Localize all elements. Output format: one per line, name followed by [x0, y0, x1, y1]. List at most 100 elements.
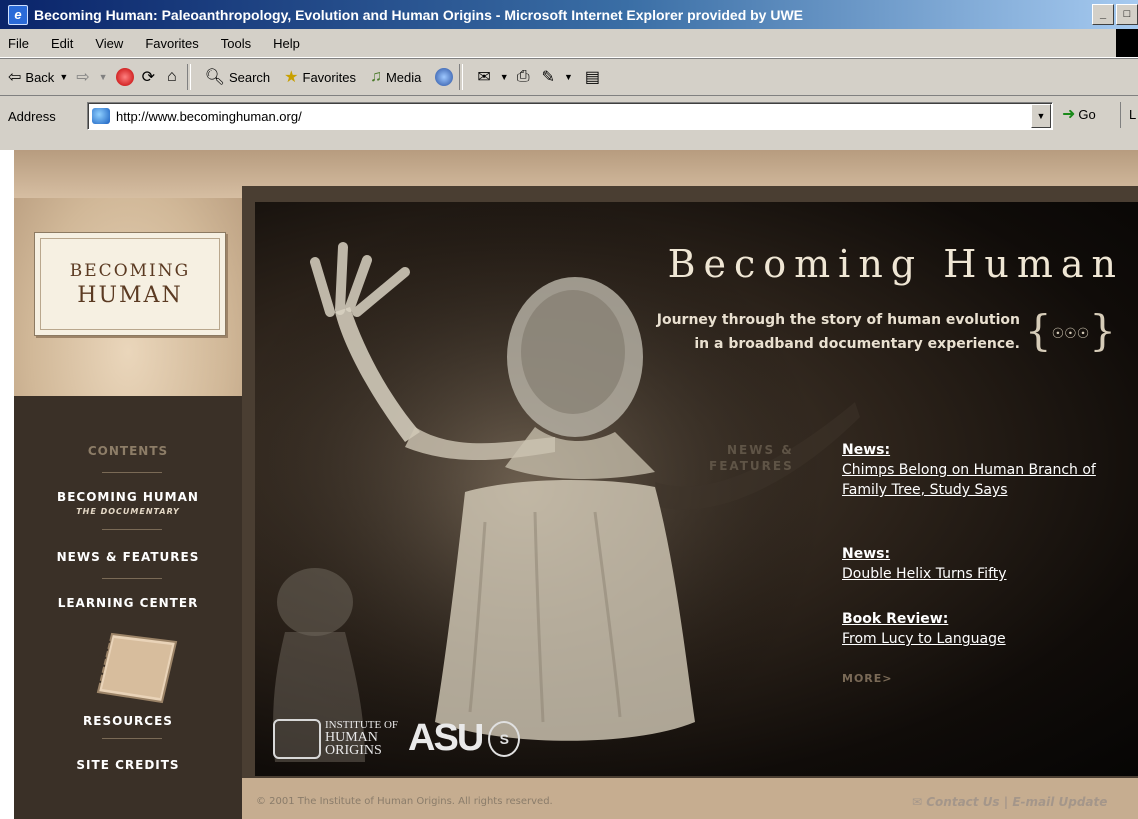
refresh-icon: ⟳	[141, 69, 155, 86]
menu-favorites[interactable]: Favorites	[134, 36, 209, 51]
address-label: Address	[8, 108, 56, 124]
asu-logo[interactable]: ASU	[408, 717, 484, 760]
chevron-down-icon[interactable]: ▼	[500, 72, 509, 82]
logo-line-2: HUMAN	[77, 282, 183, 308]
links-toolbar-edge[interactable]: L	[1120, 102, 1138, 128]
iho-logo[interactable]: INSTITUTE OF HUMAN ORIGINS	[273, 718, 398, 759]
sponsor-logos: INSTITUTE OF HUMAN ORIGINS ASU S	[273, 717, 521, 760]
news-label-line-1: NEWS &	[727, 443, 794, 457]
go-label: Go	[1078, 106, 1096, 122]
menu-view[interactable]: View	[84, 36, 134, 51]
chevron-down-icon[interactable]: ▼	[59, 72, 68, 82]
news-link[interactable]: From Lucy to Language	[842, 629, 1112, 649]
news-item: Book Review: From Lucy to Language	[842, 609, 1112, 649]
contact-links[interactable]: ✉ Contact Us | E-mail Update	[912, 795, 1107, 809]
chevron-down-icon[interactable]: ▼	[99, 72, 108, 82]
tagline-line-1: Journey through the story of human evolu…	[656, 312, 1020, 328]
windows-logo-icon	[1116, 29, 1138, 57]
menu-bar: File Edit View Favorites Tools Help	[0, 29, 1138, 58]
maximize-button[interactable]: □	[1116, 4, 1138, 25]
back-label: Back	[25, 69, 55, 85]
toolbar-separator	[459, 64, 464, 90]
media-button[interactable]: ♫ Media	[370, 68, 421, 86]
ie-icon: e	[8, 4, 28, 25]
nav-item-news-features[interactable]: NEWS & FEATURES	[14, 550, 242, 564]
nav-heading: CONTENTS	[87, 444, 169, 458]
more-link[interactable]: MORE>	[842, 672, 893, 685]
url-input[interactable]	[116, 108, 1031, 124]
page-footer: © 2001 The Institute of Human Origins. A…	[242, 790, 1138, 818]
iho-mark-icon	[273, 718, 321, 759]
stop-icon	[115, 68, 134, 86]
chevron-down-icon[interactable]: ▼	[564, 72, 573, 82]
seal-logo[interactable]: S	[488, 720, 521, 757]
toolbar-separator	[186, 64, 191, 90]
tagline-line-2: in a broadband documentary experience.	[694, 336, 1020, 352]
menu-tools[interactable]: Tools	[210, 36, 262, 51]
window-controls: _ □	[1092, 4, 1138, 25]
nav-item-resources[interactable]: RESOURCES	[14, 714, 242, 728]
news-category[interactable]: Book Review:	[842, 609, 1112, 629]
iho-line-3: ORIGINS	[325, 743, 382, 758]
notebook-icon[interactable]	[90, 628, 182, 706]
title-bar: e Becoming Human: Paleoanthropology, Evo…	[0, 0, 1138, 29]
edit-icon: ✎	[541, 69, 555, 86]
discuss-icon: ▤	[584, 69, 600, 86]
window-title: Becoming Human: Paleoanthropology, Evolu…	[34, 6, 804, 23]
minimize-button[interactable]: _	[1092, 4, 1114, 25]
nav-item-learning-center[interactable]: LEARNING CENTER	[14, 596, 242, 610]
news-link[interactable]: Chimps Belong on Human Branch of Family …	[842, 460, 1112, 500]
menu-file[interactable]: File	[0, 36, 40, 51]
favorites-button[interactable]: ★ Favorites	[284, 67, 356, 87]
edit-button[interactable]: ✎ ▼	[542, 67, 573, 87]
hero-banner: Becoming Human Journey through the story…	[255, 202, 1138, 776]
nav-divider	[102, 578, 162, 579]
news-category[interactable]: News:	[842, 440, 1112, 460]
nav-item-documentary[interactable]: BECOMING HUMAN	[14, 490, 242, 504]
toolbar: ⇦ Back ▼ ⇨ ▼ ⟳ ⌂ 🔍︎ Search ★ Favorites ♫…	[0, 58, 1138, 96]
web-page: BECOMING HUMAN CONTENTS BECOMING HUMAN T…	[0, 150, 1138, 819]
search-button[interactable]: 🔍︎ Search	[205, 67, 271, 87]
go-arrow-icon: ➜	[1062, 106, 1076, 123]
back-button[interactable]: ⇦ Back ▼	[8, 67, 68, 87]
site-navigation: CONTENTS BECOMING HUMAN THE DOCUMENTARY …	[14, 396, 242, 819]
history-button[interactable]	[435, 68, 454, 86]
news-label-line-2: FEATURES	[709, 459, 794, 473]
mail-button[interactable]: ✉ ▼	[477, 67, 508, 87]
print-button[interactable]: ⎙	[517, 68, 534, 86]
iho-text: INSTITUTE OF HUMAN ORIGINS	[325, 720, 398, 758]
nav-item-site-credits[interactable]: SITE CREDITS	[14, 758, 242, 772]
print-icon: ⎙	[516, 68, 530, 85]
page-left-margin	[0, 150, 14, 819]
mail-icon: ✉	[477, 69, 491, 86]
page-icon	[92, 108, 110, 124]
media-icon: ♫	[369, 68, 382, 85]
contact-text[interactable]: Contact Us | E-mail Update	[926, 795, 1107, 809]
nav-item-documentary-sub[interactable]: THE DOCUMENTARY	[14, 507, 242, 516]
skull-glyph-icon: {☉☉☉}	[1024, 306, 1116, 355]
forward-arrow-icon: ⇨	[76, 69, 90, 86]
hero-title: Becoming Human	[667, 242, 1124, 286]
address-field[interactable]: ▼	[87, 102, 1053, 130]
news-link[interactable]: Double Helix Turns Fifty	[842, 564, 1112, 584]
news-item: News: Chimps Belong on Human Branch of F…	[842, 440, 1112, 500]
nav-divider	[102, 529, 162, 530]
nav-divider	[102, 738, 162, 739]
search-icon: 🔍︎	[204, 69, 225, 86]
forward-button[interactable]: ⇨ ▼	[76, 67, 107, 87]
stop-button[interactable]	[115, 68, 134, 86]
address-dropdown-button[interactable]: ▼	[1031, 104, 1051, 128]
back-arrow-icon: ⇦	[8, 69, 22, 86]
menu-help[interactable]: Help	[262, 36, 311, 51]
home-button[interactable]: ⌂	[167, 68, 181, 86]
go-button[interactable]: ➜ Go	[1062, 104, 1096, 124]
history-icon	[435, 68, 454, 86]
menu-edit[interactable]: Edit	[40, 36, 84, 51]
news-category[interactable]: News:	[842, 544, 1112, 564]
site-logo[interactable]: BECOMING HUMAN	[34, 232, 226, 336]
logo-line-1: BECOMING	[69, 260, 191, 281]
refresh-button[interactable]: ⟳	[142, 67, 159, 87]
hero-tagline: Journey through the story of human evolu…	[657, 308, 1020, 356]
home-icon: ⌂	[166, 68, 177, 85]
discuss-button[interactable]: ▤	[585, 67, 604, 87]
